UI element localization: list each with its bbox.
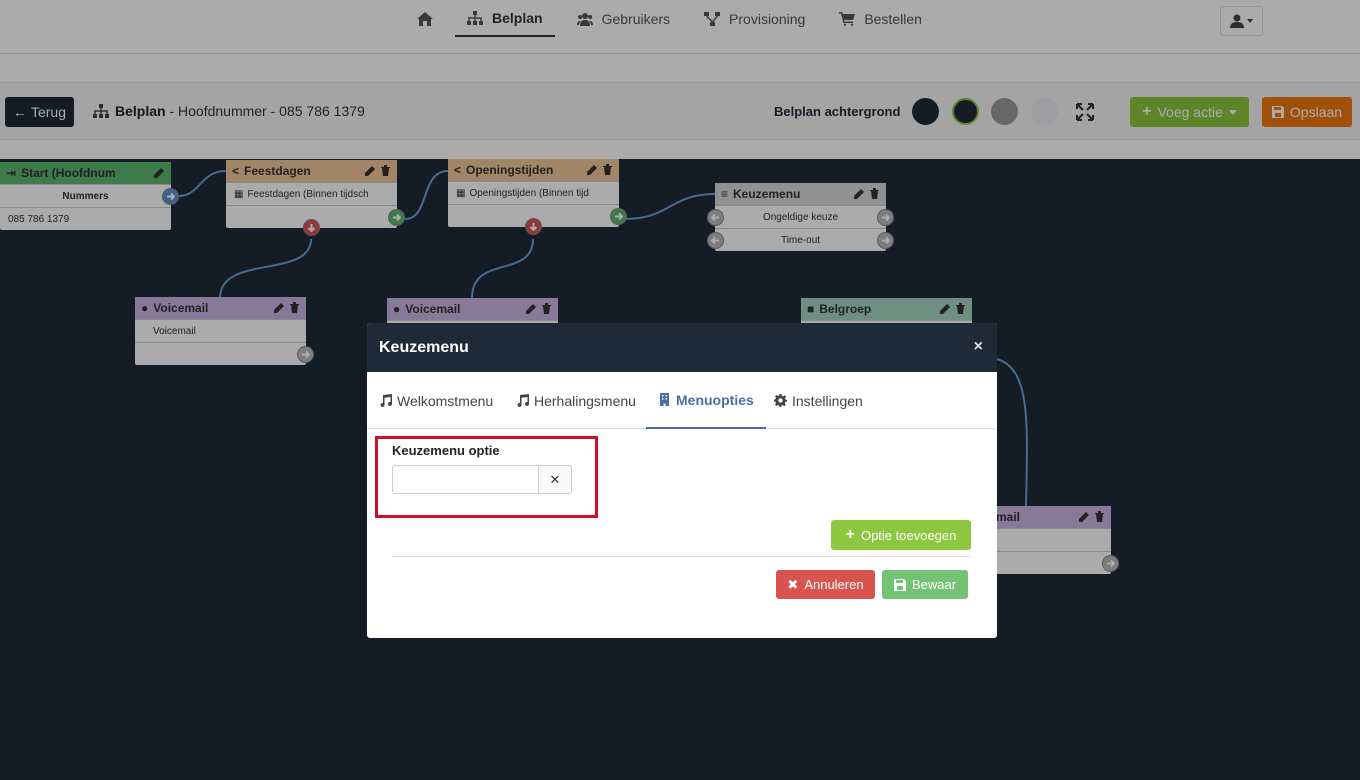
music-icon [380,394,392,407]
store-button[interactable]: Bewaar [882,570,968,599]
close-icon: ✖ [787,576,799,592]
modal-header: Keuzemenu × [367,323,997,372]
close-icon[interactable]: × [974,338,983,356]
plus-icon: + [845,526,855,543]
cancel-label: Annuleren [804,577,864,592]
close-icon: ✕ [549,471,561,487]
tab-label: Herhalingsmenu [534,392,636,409]
cancel-button[interactable]: ✖ Annuleren [776,570,875,599]
add-option-button[interactable]: + Optie toevoegen [831,520,971,550]
keuzemenu-modal: Keuzemenu × Welkomstmenu Herhalingsmenu … [367,323,997,638]
building-icon [660,393,669,406]
store-label: Bewaar [911,577,957,592]
modal-divider [392,556,971,557]
add-option-label: Optie toevoegen [860,527,957,543]
modal-title: Keuzemenu [379,338,469,356]
tab-label: Welkomstmenu [397,392,494,409]
modal-tabs: Welkomstmenu Herhalingsmenu Menuopties I… [367,372,997,429]
clear-option-button[interactable]: ✕ [538,465,572,494]
menu-option-input[interactable] [392,465,539,494]
music-icon [517,394,529,407]
tab-instellingen[interactable]: Instellingen [774,372,863,429]
tab-menuopties[interactable]: Menuopties [646,372,766,429]
gear-icon [774,394,787,407]
tab-welkomstmenu[interactable]: Welkomstmenu [379,372,493,429]
menu-option-label: Keuzemenu optie [392,443,500,458]
tab-herhalingsmenu[interactable]: Herhalingsmenu [516,372,636,429]
tab-label: Instellingen [792,392,863,409]
tab-label: Menuopties [676,391,754,408]
floppy-icon [893,578,906,591]
